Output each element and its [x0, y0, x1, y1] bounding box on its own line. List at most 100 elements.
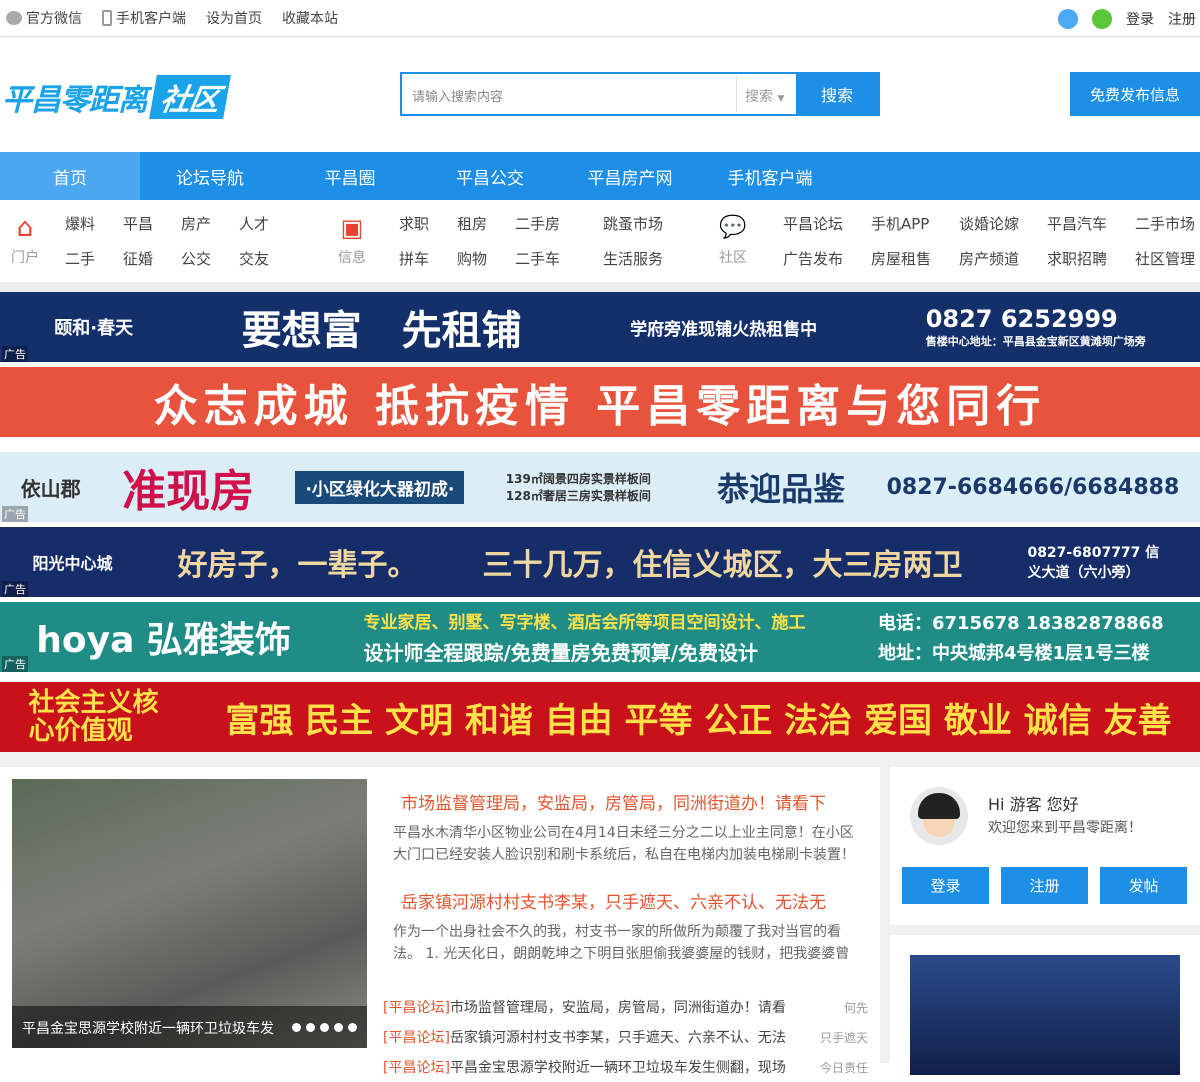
banner-phone: 0827 6252999	[925, 305, 1118, 333]
phone-icon	[102, 10, 112, 26]
ad-banner-epidemic[interactable]: 众志成城 抵抗疫情 平昌零距离与您同行	[0, 367, 1200, 437]
banner-brand: 阳光中心城	[32, 554, 113, 573]
category-link[interactable]: 广告发布	[783, 248, 871, 269]
category-link[interactable]: 房产	[181, 213, 239, 234]
content-area: 平昌金宝思源学校附近一辆环卫垃圾车发 市场监督管理局，安监局，房管局，同洲街道办…	[0, 752, 1200, 1076]
category-link[interactable]: 平昌	[123, 213, 181, 234]
category-link[interactable]: 手机APP	[871, 213, 959, 234]
set-homepage-link[interactable]: 设为首页	[206, 8, 262, 28]
nav-forum[interactable]: 论坛导航	[140, 152, 280, 200]
ad-label: 广告	[2, 346, 28, 362]
banner-address: 售楼中心地址：平昌县金宝新区黄滩坝广场旁	[925, 335, 1146, 348]
category-link[interactable]: 房屋租售	[871, 248, 959, 269]
category-link[interactable]: 求职招聘	[1047, 248, 1135, 269]
banner-text: 设计师全程跟踪/免费量房免费预算/免费设计	[363, 641, 759, 665]
ad-label: 广告	[2, 581, 28, 597]
banner-text: 三十几万，住信义城区，大三房两卫	[482, 548, 963, 583]
wechat-login-icon[interactable]	[1092, 8, 1112, 29]
category-link[interactable]: 人才	[239, 213, 297, 234]
category-link[interactable]: 谈婚论嫁	[959, 213, 1047, 234]
headline-title[interactable]: 市场监督管理局，安监局，房管局，同洲街道办！请看下	[401, 789, 863, 814]
ad-label: 广告	[2, 506, 28, 522]
banner-brand: 颐和·春天	[54, 318, 134, 339]
list-title[interactable]: 岳家镇河源村村支书李某，只手遮天、六亲不认、无法	[450, 1027, 808, 1047]
register-button[interactable]: 注册	[1001, 867, 1088, 904]
category-link[interactable]: 二手市场	[1135, 213, 1200, 234]
search-button[interactable]: 搜索	[796, 74, 878, 114]
category-link[interactable]: 平昌汽车	[1047, 213, 1135, 234]
category-link[interactable]: 房产频道	[959, 248, 1047, 269]
headline-summary: 平昌水木清华小区物业公司在4月14日未经三分之二以上业主同意！在小区大门口已经安…	[393, 825, 855, 863]
qq-icon[interactable]	[1058, 8, 1078, 29]
banner-brand: 社会主义核心价值观	[28, 688, 159, 746]
community-category[interactable]: 💬 社区	[708, 215, 758, 267]
nav-bus[interactable]: 平昌公交	[420, 152, 560, 200]
info-category[interactable]: ▣ 信息	[327, 215, 377, 267]
ad-banner-yishanjun[interactable]: 依山郡 准现房 ·小区绿化大器初成· 139㎡阔景四房实景样板间 128㎡奢居三…	[0, 452, 1200, 522]
logo-text: 平昌零距离	[2, 83, 148, 118]
news-slider[interactable]: 平昌金宝思源学校附近一辆环卫垃圾车发	[12, 779, 367, 1048]
search-input[interactable]: 请输入搜索内容	[402, 74, 736, 114]
mobile-client-link[interactable]: 手机客户端	[102, 8, 186, 28]
register-link[interactable]: 注册	[1168, 9, 1196, 29]
ad-banner-hoya[interactable]: hoya 弘雅装饰 专业家居、别墅、写字楼、酒店会所等项目空间设计、施工 设计师全…	[0, 602, 1200, 672]
chat-bubble-icon: 💬	[719, 215, 747, 240]
bookmark-link[interactable]: 收藏本站	[282, 8, 338, 28]
nav-mobile[interactable]: 手机客户端	[700, 152, 840, 200]
ad-banner-core-values[interactable]: 社会主义核心价值观 富强 民主 文明 和谐 自由 平等 公正 法治 爱国 敬业 …	[0, 682, 1200, 752]
nav-realestate[interactable]: 平昌房产网	[560, 152, 700, 200]
publish-button[interactable]: 免费发布信息	[1070, 72, 1200, 116]
list-author: 今日责任	[819, 1060, 868, 1075]
category-link[interactable]: 跳蚤市场	[603, 213, 683, 234]
select-value: 搜索	[745, 89, 773, 105]
category-link[interactable]: 拼车	[399, 248, 457, 269]
headline-item[interactable]: 岳家镇河源村村支书李某，只手遮天、六亲不认、无法无 作为一个出身社会不久的我，村…	[393, 888, 863, 965]
site-logo[interactable]: 平昌零距离 社区	[2, 75, 231, 119]
banner-address: 地址：中央城邦4号楼1层1号三楼	[877, 643, 1150, 664]
list-title[interactable]: 市场监督管理局，安监局，房管局，同洲街道办！请看	[450, 997, 808, 1017]
category-link[interactable]: 二手房	[515, 213, 603, 234]
category-link[interactable]: 购物	[457, 248, 515, 269]
portal-category[interactable]: ⌂ 门户	[0, 215, 50, 267]
banner-slogan: 好房子，一辈子。	[177, 548, 418, 583]
list-tag[interactable]: [平昌论坛]	[383, 997, 450, 1017]
category-link[interactable]: 二手车	[515, 248, 603, 269]
category-link[interactable]: 公交	[181, 248, 239, 269]
list-title[interactable]: 平昌金宝思源学校附近一辆环卫垃圾车发生侧翻，现场	[450, 1057, 808, 1077]
wechat-link[interactable]: 官方微信	[6, 8, 82, 28]
list-tag[interactable]: [平昌论坛]	[383, 1057, 450, 1077]
category-label: 信息	[338, 250, 366, 266]
category-link[interactable]: 征婚	[123, 248, 181, 269]
ad-banner-yangguang[interactable]: 阳光中心城 好房子，一辈子。 三十几万，住信义城区，大三房两卫 0827-680…	[0, 527, 1200, 597]
category-link[interactable]: 租房	[457, 213, 515, 234]
nav-circle[interactable]: 平昌圈	[280, 152, 420, 200]
post-button[interactable]: 发帖	[1100, 867, 1187, 904]
avatar	[910, 787, 968, 845]
headline-item[interactable]: 市场监督管理局，安监局，房管局，同洲街道办！请看下 平昌水木清华小区物业公司在4…	[393, 789, 863, 866]
list-tag[interactable]: [平昌论坛]	[383, 1027, 450, 1047]
ad-label: 广告	[2, 656, 28, 672]
ad-banner-yihe[interactable]: 颐和·春天 要想富 先租铺 学府旁准现铺火热租售中 0827 6252999 售楼…	[0, 292, 1200, 362]
list-item[interactable]: [平昌论坛] 岳家镇河源村村支书李某，只手遮天、六亲不认、无法 只手遮天	[383, 1022, 868, 1052]
category-link[interactable]: 爆料	[65, 213, 123, 234]
banner-phone: 电话：6715678 18382878868	[877, 613, 1164, 634]
banner-phone: 0827-6807777 信义大道（六小旁）	[1027, 545, 1160, 581]
logo-box: 社区	[149, 75, 231, 119]
category-link[interactable]: 平昌论坛	[783, 213, 871, 234]
slider-caption[interactable]: 平昌金宝思源学校附近一辆环卫垃圾车发	[22, 1018, 274, 1037]
category-link[interactable]: 求职	[399, 213, 457, 234]
search-type-select[interactable]: 搜索 ▼	[736, 76, 796, 112]
category-link[interactable]: 社区管理	[1135, 248, 1200, 269]
category-link[interactable]: 生活服务	[603, 248, 683, 269]
slider-dots[interactable]	[292, 1018, 357, 1036]
category-link[interactable]: 二手	[65, 248, 123, 269]
nav-home[interactable]: 首页	[0, 152, 140, 200]
login-button[interactable]: 登录	[902, 867, 989, 904]
chevron-down-icon: ▼	[777, 94, 785, 104]
list-item[interactable]: [平昌论坛] 市场监督管理局，安监局，房管局，同洲街道办！请看 何先	[383, 992, 868, 1022]
headline-title[interactable]: 岳家镇河源村村支书李某，只手遮天、六亲不认、无法无	[401, 888, 863, 913]
video-thumbnail[interactable]	[910, 955, 1180, 1075]
category-link[interactable]: 交友	[239, 248, 297, 269]
login-link[interactable]: 登录	[1126, 9, 1154, 29]
list-item[interactable]: [平昌论坛] 平昌金宝思源学校附近一辆环卫垃圾车发生侧翻，现场 今日责任	[383, 1052, 868, 1082]
